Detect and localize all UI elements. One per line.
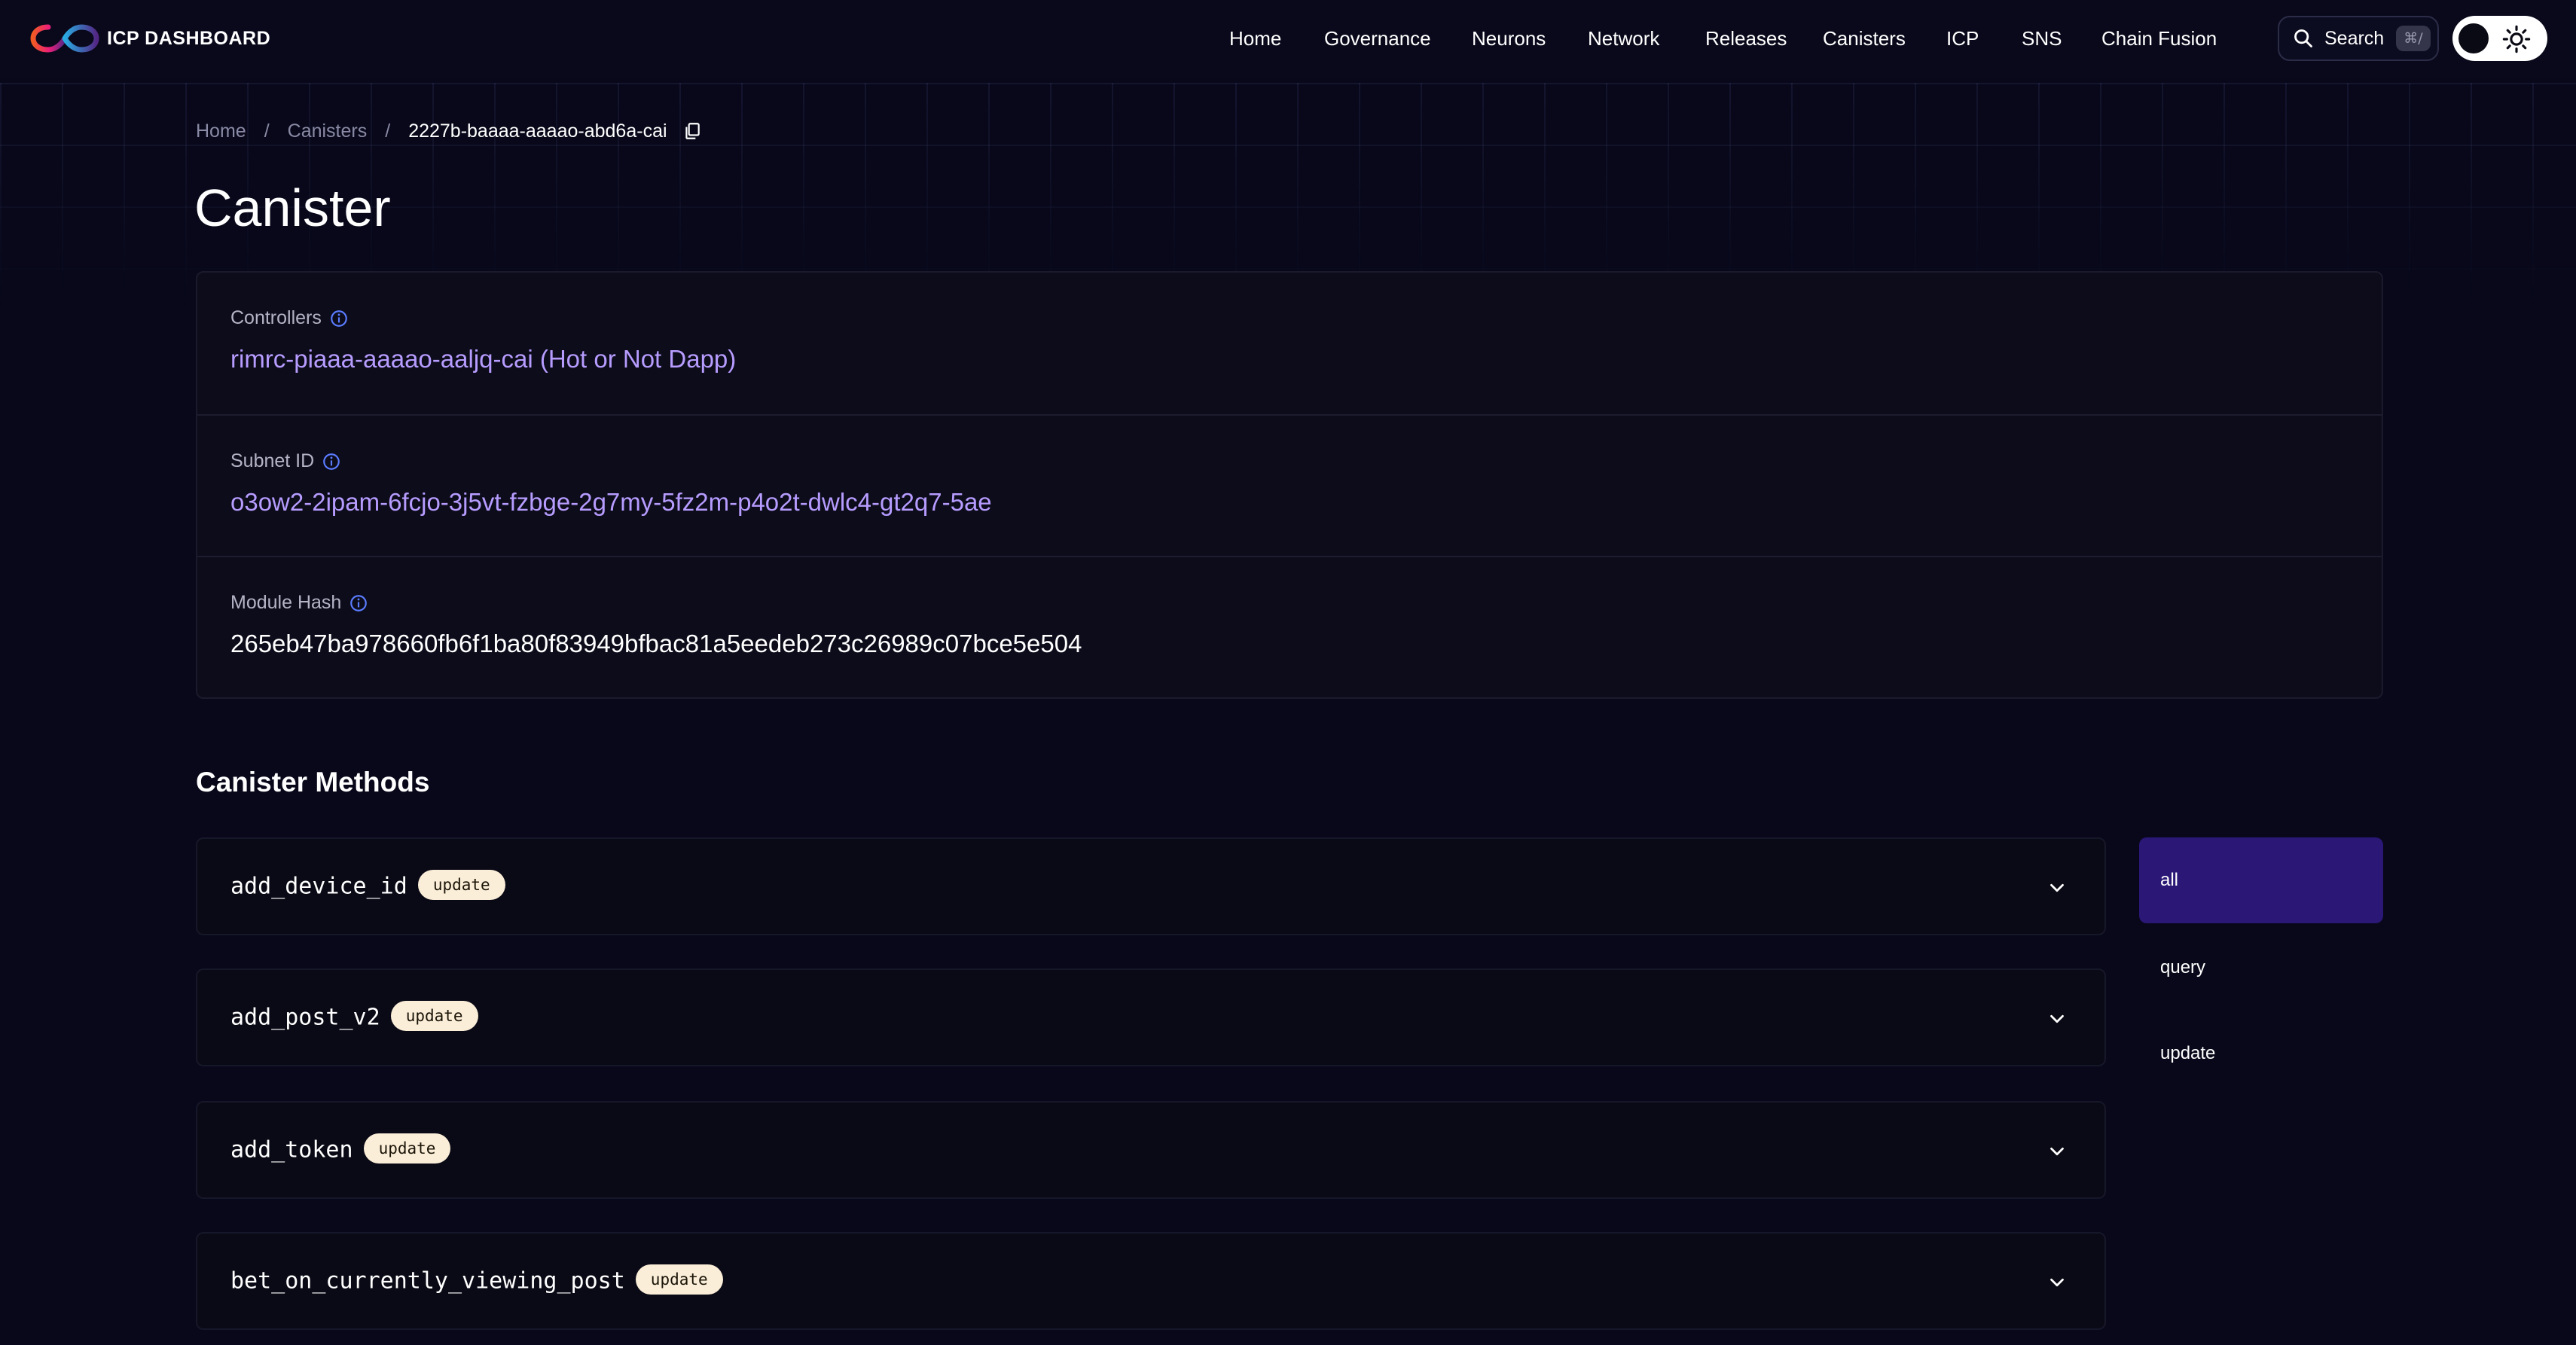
method-item[interactable]: add_device_id update xyxy=(196,837,2106,935)
breadcrumb: Home / Canisters / 2227b-baaaa-aaaao-abd… xyxy=(196,119,702,143)
infinity-logo-icon xyxy=(30,24,99,53)
nav-network[interactable]: Network xyxy=(1588,27,1659,50)
search-label: Search xyxy=(2324,27,2385,49)
search-shortcut: ⌘/ xyxy=(2396,26,2431,51)
method-name-text: add_token xyxy=(230,1136,353,1164)
controllers-row: Controllers rimrc-piaaa-aaaao-aaljq-cai … xyxy=(197,273,2382,414)
method-type-badge: update xyxy=(635,1264,723,1295)
method-item[interactable]: bet_on_currently_viewing_post update xyxy=(196,1232,2106,1330)
filter-update[interactable]: update xyxy=(2139,1011,2383,1096)
search-icon xyxy=(2294,29,2312,47)
chevron-down-icon[interactable] xyxy=(2046,1271,2068,1294)
method-name: bet_on_currently_viewing_post update xyxy=(230,1264,723,1297)
module-hash-value: 265eb47ba978660fb6f1ba80f83949bfbac81a5e… xyxy=(230,630,1082,657)
nav-releases[interactable]: Releases xyxy=(1705,27,1787,50)
subnet-label: Subnet ID xyxy=(230,450,341,472)
method-name: add_token update xyxy=(230,1133,451,1166)
brand-name: ICP DASHBOARD xyxy=(107,27,271,49)
method-name: add_device_id update xyxy=(230,870,505,902)
subnet-row: Subnet ID o3ow2-2ipam-6fcjo-3j5vt-fzbge-… xyxy=(197,414,2382,556)
search-button[interactable]: Search ⌘/ xyxy=(2278,16,2439,61)
module-hash-label: Module Hash xyxy=(230,592,368,614)
module-hash-row: Module Hash 265eb47ba978660fb6f1ba80f839… xyxy=(197,556,2382,697)
filter-query[interactable]: query xyxy=(2139,925,2383,1011)
method-item[interactable]: add_token update xyxy=(196,1101,2106,1199)
methods-section-title: Canister Methods xyxy=(196,767,430,798)
method-type-badge: update xyxy=(363,1133,451,1164)
nav-governance[interactable]: Governance xyxy=(1324,27,1431,50)
copy-icon[interactable] xyxy=(682,121,702,141)
breadcrumb-canisters[interactable]: Canisters xyxy=(288,120,368,142)
subnet-label-text: Subnet ID xyxy=(230,450,315,471)
info-icon[interactable] xyxy=(322,452,341,471)
breadcrumb-separator: / xyxy=(264,120,270,142)
module-hash-label-text: Module Hash xyxy=(230,592,342,613)
controllers-label-text: Controllers xyxy=(230,307,322,328)
method-name-text: bet_on_currently_viewing_post xyxy=(230,1267,625,1295)
breadcrumb-separator: / xyxy=(385,120,391,142)
canister-info-card: Controllers rimrc-piaaa-aaaao-aaljq-cai … xyxy=(196,271,2383,699)
brand[interactable]: ICP DASHBOARD xyxy=(30,21,270,56)
method-name-text: add_device_id xyxy=(230,873,407,900)
theme-toggle[interactable] xyxy=(2452,16,2547,61)
info-icon[interactable] xyxy=(349,593,368,613)
sun-icon xyxy=(2502,25,2531,53)
info-icon[interactable] xyxy=(329,309,349,328)
method-name-text: add_post_v2 xyxy=(230,1004,380,1031)
top-header: ICP DASHBOARD Home Governance Neurons Ne… xyxy=(0,0,2576,78)
method-name: add_post_v2 update xyxy=(230,1001,478,1033)
method-item[interactable]: add_post_v2 update xyxy=(196,968,2106,1066)
controllers-value[interactable]: rimrc-piaaa-aaaao-aaljq-cai (Hot or Not … xyxy=(230,345,736,374)
moon-icon xyxy=(2458,23,2489,53)
nav-chain-fusion[interactable]: Chain Fusion xyxy=(2101,27,2217,50)
subnet-value[interactable]: o3ow2-2ipam-6fcjo-3j5vt-fzbge-2g7my-5fz2… xyxy=(230,488,992,517)
nav-icp[interactable]: ICP xyxy=(1946,27,1979,50)
nav-canisters[interactable]: Canisters xyxy=(1823,27,1906,50)
controllers-label: Controllers xyxy=(230,307,349,329)
filter-all[interactable]: all xyxy=(2139,837,2383,923)
method-type-badge: update xyxy=(390,1001,478,1031)
chevron-down-icon[interactable] xyxy=(2046,1008,2068,1030)
page-title: Canister xyxy=(194,178,391,237)
nav-home[interactable]: Home xyxy=(1229,27,1281,50)
chevron-down-icon[interactable] xyxy=(2046,877,2068,899)
nav-sns[interactable]: SNS xyxy=(2022,27,2062,50)
nav-neurons[interactable]: Neurons xyxy=(1472,27,1546,50)
method-type-badge: update xyxy=(417,870,505,900)
breadcrumb-current: 2227b-baaaa-aaaao-abd6a-cai xyxy=(408,120,667,142)
chevron-down-icon[interactable] xyxy=(2046,1140,2068,1163)
breadcrumb-home[interactable]: Home xyxy=(196,120,246,142)
